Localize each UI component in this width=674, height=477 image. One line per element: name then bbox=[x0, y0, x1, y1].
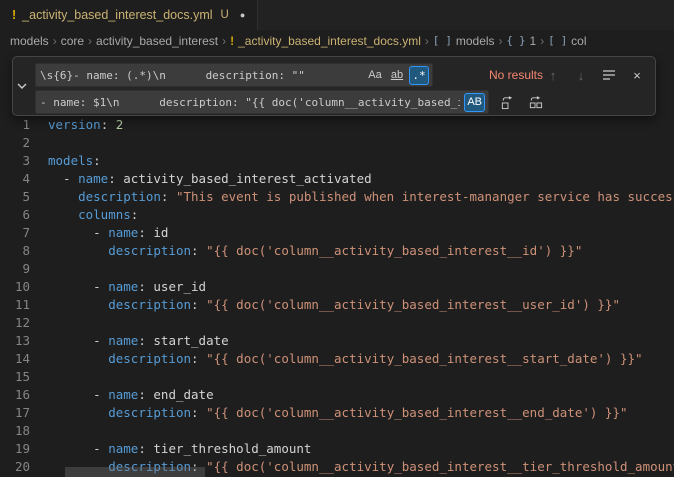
breadcrumb-label: col bbox=[571, 34, 586, 48]
symbol-array-icon: [ ] bbox=[548, 35, 567, 47]
line-number[interactable]: 14 bbox=[0, 350, 30, 368]
find-input-box: Aa ab .* bbox=[35, 63, 433, 87]
line-number[interactable]: 20 bbox=[0, 458, 30, 476]
line-number[interactable]: 10 bbox=[0, 278, 30, 296]
find-next-icon[interactable]: ↓ bbox=[571, 65, 591, 85]
breadcrumb-item[interactable]: core bbox=[61, 34, 84, 48]
breadcrumb-item[interactable]: activity_based_interest bbox=[96, 34, 218, 48]
line-number[interactable]: 7 bbox=[0, 224, 30, 242]
line-number[interactable]: 1 bbox=[0, 116, 30, 134]
line-number[interactable]: 6 bbox=[0, 206, 30, 224]
line-number[interactable]: 4 bbox=[0, 170, 30, 188]
editor: 1234567891011121314151617181920 version:… bbox=[0, 52, 674, 477]
line-number[interactable]: 15 bbox=[0, 368, 30, 386]
line-number[interactable]: 2 bbox=[0, 134, 30, 152]
modified-dot-icon[interactable]: ● bbox=[240, 10, 245, 20]
find-nav-buttons: ↑ ↓ × bbox=[543, 65, 647, 85]
code-line[interactable]: description: "{{ doc('column__activity_b… bbox=[48, 242, 674, 260]
code-line[interactable] bbox=[48, 422, 674, 440]
line-number[interactable]: 11 bbox=[0, 296, 30, 314]
vscode-window: ! _activity_based_interest_docs.yml U ● … bbox=[0, 0, 674, 477]
line-number[interactable]: 8 bbox=[0, 242, 30, 260]
code-line[interactable]: - name: activity_based_interest_activate… bbox=[48, 170, 674, 188]
replace-input-box: AB bbox=[35, 90, 489, 114]
breadcrumb-label: _activity_based_interest_docs.yml bbox=[238, 34, 421, 48]
code-line[interactable]: - name: id bbox=[48, 224, 674, 242]
match-case-toggle[interactable]: Aa bbox=[365, 66, 385, 85]
breadcrumb: models › core › activity_based_interest ›! _ac… bbox=[0, 30, 674, 52]
code-line[interactable]: columns: bbox=[48, 206, 674, 224]
find-row: Aa ab .* No results ↑ ↓ × bbox=[35, 63, 647, 87]
warning-icon: ! bbox=[230, 34, 234, 48]
preserve-case-toggle[interactable]: AB bbox=[464, 93, 485, 112]
line-number[interactable]: 5 bbox=[0, 188, 30, 206]
git-status-badge: U bbox=[221, 9, 229, 21]
code-line[interactable]: version: 2 bbox=[48, 116, 674, 134]
line-number[interactable]: 16 bbox=[0, 386, 30, 404]
find-widget: Aa ab .* No results ↑ ↓ × bbox=[12, 56, 656, 116]
breadcrumb-label: core bbox=[61, 34, 84, 48]
code-line[interactable] bbox=[48, 134, 674, 152]
line-number[interactable]: 9 bbox=[0, 260, 30, 278]
find-in-selection-icon[interactable] bbox=[599, 65, 619, 85]
warning-icon: ! bbox=[12, 8, 16, 22]
replace-all-icon[interactable] bbox=[525, 92, 545, 112]
code-line[interactable]: description: "This event is published wh… bbox=[48, 188, 674, 206]
breadcrumb-separator: › bbox=[88, 34, 92, 48]
breadcrumb-item[interactable]: { } 1 bbox=[507, 34, 537, 48]
regex-toggle[interactable]: .* bbox=[409, 66, 429, 85]
breadcrumb-separator: › bbox=[222, 34, 226, 48]
line-number[interactable]: 12 bbox=[0, 314, 30, 332]
replace-row: AB bbox=[35, 90, 647, 114]
breadcrumb-label: activity_based_interest bbox=[96, 34, 218, 48]
code-line[interactable]: - name: end_date bbox=[48, 386, 674, 404]
breadcrumb-separator: › bbox=[540, 34, 544, 48]
find-results-message: No results bbox=[489, 68, 543, 82]
replace-input[interactable] bbox=[36, 96, 464, 109]
toggle-replace-chevron-icon[interactable] bbox=[13, 57, 31, 115]
editor-tab[interactable]: ! _activity_based_interest_docs.yml U ● bbox=[0, 0, 258, 30]
breadcrumb-item[interactable]: [ ] col bbox=[548, 34, 586, 48]
breadcrumb-item[interactable]: models bbox=[10, 34, 49, 48]
symbol-object-icon: { } bbox=[507, 35, 526, 47]
tab-filename: _activity_based_interest_docs.yml bbox=[22, 8, 212, 22]
horizontal-scrollbar[interactable] bbox=[65, 467, 205, 477]
line-number[interactable]: 19 bbox=[0, 440, 30, 458]
code-line[interactable]: description: "{{ doc('column__activity_b… bbox=[48, 296, 674, 314]
line-number[interactable]: 17 bbox=[0, 404, 30, 422]
breadcrumb-separator: › bbox=[499, 34, 503, 48]
replace-icon[interactable] bbox=[497, 92, 517, 112]
line-number[interactable]: 18 bbox=[0, 422, 30, 440]
line-number[interactable]: 13 bbox=[0, 332, 30, 350]
code-line[interactable] bbox=[48, 368, 674, 386]
breadcrumb-item[interactable]: [ ] models bbox=[433, 34, 495, 48]
whole-word-toggle[interactable]: ab bbox=[387, 66, 407, 85]
code-line[interactable] bbox=[48, 314, 674, 332]
code-line[interactable] bbox=[48, 260, 674, 278]
breadcrumb-label: models bbox=[10, 34, 49, 48]
replace-options: AB bbox=[464, 93, 488, 112]
code-line[interactable]: - name: user_id bbox=[48, 278, 674, 296]
breadcrumb-separator: › bbox=[425, 34, 429, 48]
find-input[interactable] bbox=[36, 69, 365, 82]
code-line[interactable]: models: bbox=[48, 152, 674, 170]
breadcrumb-label: 1 bbox=[530, 34, 537, 48]
find-previous-icon[interactable]: ↑ bbox=[543, 65, 563, 85]
find-options: Aa ab .* bbox=[365, 66, 432, 85]
symbol-array-icon: [ ] bbox=[433, 35, 452, 47]
breadcrumb-label: models bbox=[456, 34, 495, 48]
code-line[interactable]: description: "{{ doc('column__activity_b… bbox=[48, 350, 674, 368]
code-line[interactable]: - name: tier_threshold_amount bbox=[48, 440, 674, 458]
code-line[interactable]: - name: start_date bbox=[48, 332, 674, 350]
breadcrumb-item[interactable]: ! _activity_based_interest_docs.yml bbox=[230, 34, 421, 48]
tab-bar: ! _activity_based_interest_docs.yml U ● bbox=[0, 0, 674, 30]
breadcrumb-separator: › bbox=[53, 34, 57, 48]
line-number[interactable]: 3 bbox=[0, 152, 30, 170]
close-find-icon[interactable]: × bbox=[627, 65, 647, 85]
code-line[interactable]: description: "{{ doc('column__activity_b… bbox=[48, 404, 674, 422]
